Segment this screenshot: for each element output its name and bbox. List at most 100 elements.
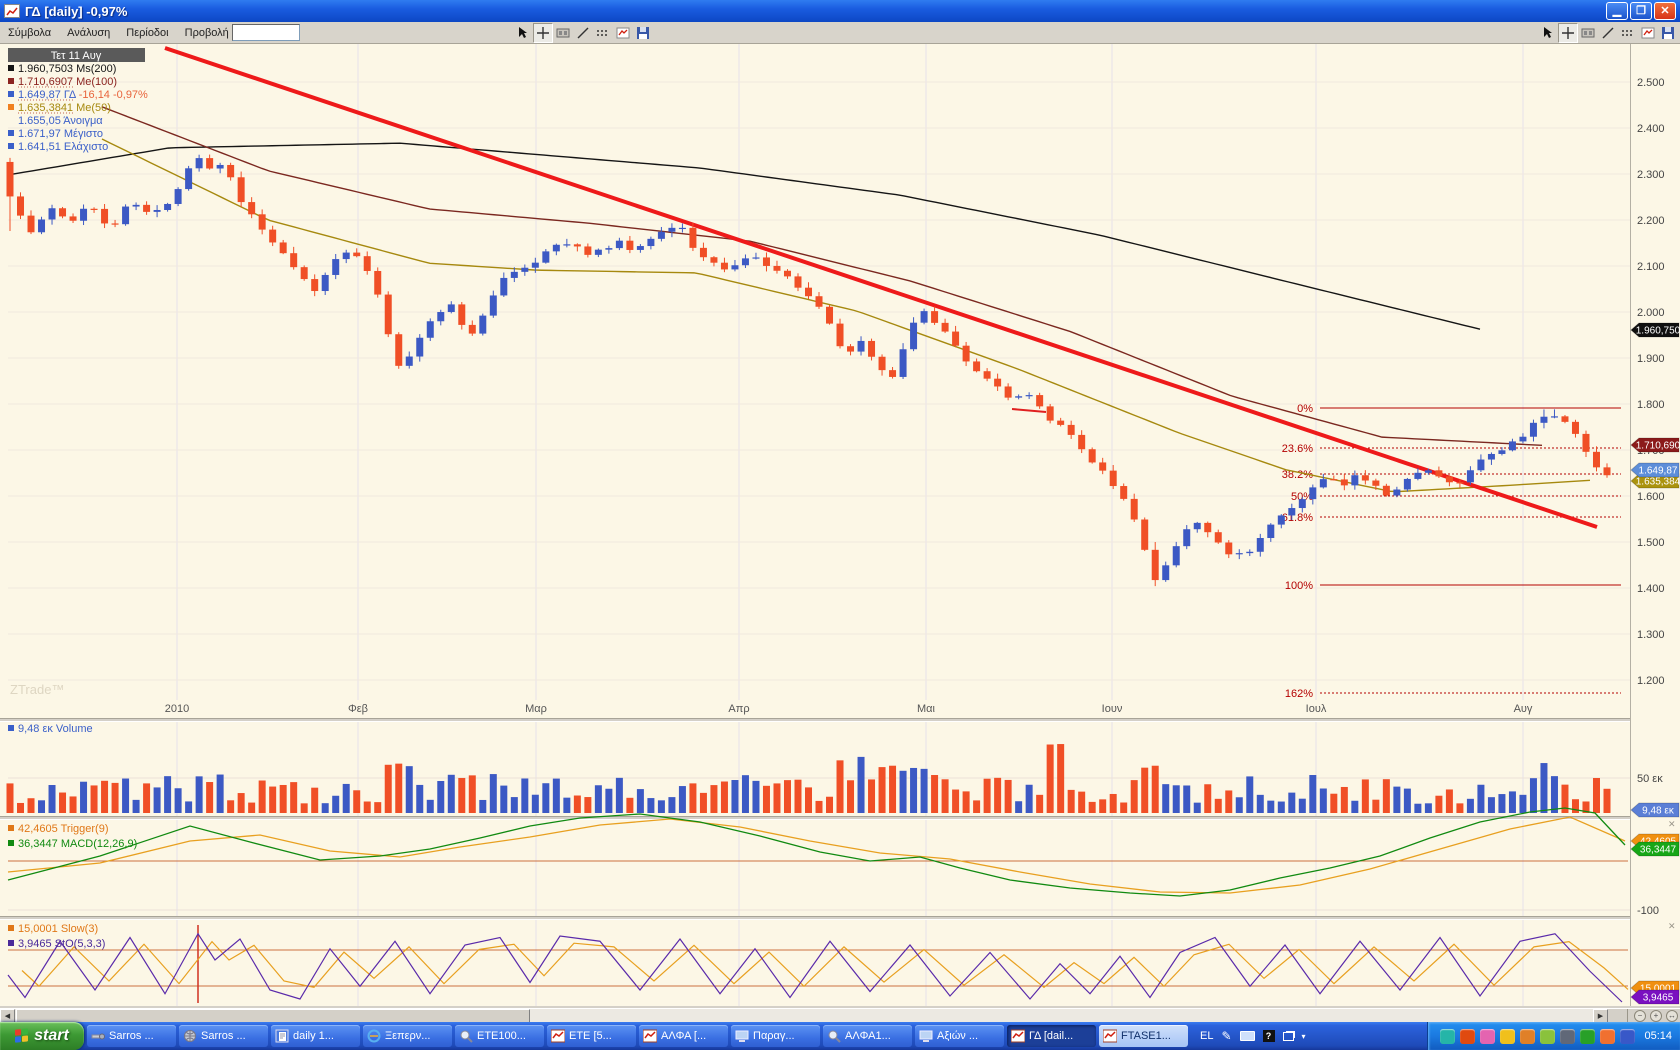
system-tray: 05:14 xyxy=(1427,1022,1680,1050)
legend-row: 1.655,05 Άνοιγμα xyxy=(18,115,103,127)
tray-icon-3[interactable] xyxy=(1480,1029,1495,1044)
x-axis-label: Ιουλ xyxy=(1306,703,1327,715)
restore-toolbar-icon[interactable] xyxy=(1283,1032,1294,1041)
price-tag: 1.710,690 xyxy=(1631,438,1680,452)
taskbar-button-ΑΛΦΑ1-[interactable]: ΑΛΦΑ1... xyxy=(823,1025,912,1047)
symbol-input[interactable] xyxy=(232,24,300,41)
tray-icon-8[interactable] xyxy=(1580,1029,1595,1044)
price-tag: 9,48 εκ xyxy=(1631,803,1679,817)
y-axis-label: 1.300 xyxy=(1637,629,1665,641)
chart-icon[interactable] xyxy=(1638,23,1658,43)
taskbar-button-ΕΤΕ100-[interactable]: ΕΤΕ100... xyxy=(455,1025,544,1047)
trend-line-icon[interactable] xyxy=(1598,23,1618,43)
grid-box-icon[interactable] xyxy=(1578,23,1598,43)
svg-text:23.6%: 23.6% xyxy=(1282,443,1313,455)
tray-icon-2[interactable] xyxy=(1460,1029,1475,1044)
y-axis-label: 2.100 xyxy=(1637,261,1665,273)
taskbar-button-Παραγ-[interactable]: Παραγ... xyxy=(731,1025,820,1047)
taskbar-button-Sarros-[interactable]: Sarros ... xyxy=(179,1025,268,1047)
y-axis-label: 1.900 xyxy=(1637,353,1665,365)
svg-text:1.710,690: 1.710,690 xyxy=(1636,441,1680,452)
taskbar-button-FTASE1-[interactable]: FTASE1... xyxy=(1099,1025,1188,1047)
close-button[interactable]: ✕ xyxy=(1654,2,1676,20)
tray-icon-5[interactable] xyxy=(1520,1029,1535,1044)
legend-row: 1.641,51 Ελάχιστο xyxy=(18,141,108,153)
scroll-left-button[interactable]: ◀ xyxy=(0,1009,15,1023)
pane-legend: 42,4605 Trigger(9) xyxy=(18,823,109,835)
pane-legend: 9,48 εκ Volume xyxy=(18,723,93,735)
tray-icon-7[interactable] xyxy=(1560,1029,1575,1044)
tray-icon-10[interactable] xyxy=(1620,1029,1635,1044)
svg-text:36,3447: 36,3447 xyxy=(1640,845,1677,856)
horizontal-scrollbar[interactable]: ◀ ▶ xyxy=(0,1009,1608,1023)
zoom-in-icon[interactable]: + xyxy=(1650,1010,1662,1022)
scroll-right-button[interactable]: ▶ xyxy=(1593,1009,1608,1023)
save-icon[interactable] xyxy=(633,23,653,43)
svg-text:1.960,750: 1.960,750 xyxy=(1636,326,1680,337)
start-label: start xyxy=(34,1027,69,1045)
x-axis-label: Αυγ xyxy=(1514,703,1533,715)
macd-axis-label: -100 xyxy=(1637,905,1659,917)
svg-text:0%: 0% xyxy=(1297,403,1313,415)
chart-icon[interactable] xyxy=(613,23,633,43)
svg-text:1.649,87: 1.649,87 xyxy=(1639,466,1678,477)
language-indicator[interactable]: EL xyxy=(1200,1030,1213,1042)
taskbar-clock: 05:14 xyxy=(1644,1030,1672,1042)
taskbar-button-daily-1-[interactable]: daily 1... xyxy=(271,1025,360,1047)
x-axis-label: Ιουν xyxy=(1102,703,1123,715)
legend-row: 1.960,7503 Ms(200) xyxy=(18,63,116,75)
pen-icon[interactable]: ✎ xyxy=(1221,1029,1231,1043)
tray-icon-9[interactable] xyxy=(1600,1029,1615,1044)
start-button[interactable]: start xyxy=(0,1022,84,1050)
toolbar-left xyxy=(513,23,653,43)
taskbar-button-ΕΤΕ-5-[interactable]: ΕΤΕ [5... xyxy=(547,1025,636,1047)
y-axis-label: 2.300 xyxy=(1637,169,1665,181)
chart-canvas[interactable]: ZTrade™0%23.6%38.2%50%61.8%100%162%2.500… xyxy=(0,44,1680,1008)
trend-line-icon[interactable] xyxy=(573,23,593,43)
keyboard-icon[interactable] xyxy=(1240,1031,1255,1041)
y-axis-label: 2.400 xyxy=(1637,123,1665,135)
zoom-out-icon[interactable]: − xyxy=(1634,1010,1646,1022)
app-icon xyxy=(4,4,20,18)
restore-button[interactable]: ❐ xyxy=(1630,2,1652,20)
taskbar-button-Sarros-[interactable]: Sarros ... xyxy=(87,1025,176,1047)
tray-icon-4[interactable] xyxy=(1500,1029,1515,1044)
y-axis-label: 1.500 xyxy=(1637,537,1665,549)
crosshair-icon[interactable] xyxy=(1558,23,1578,43)
cursor-icon[interactable] xyxy=(1538,23,1558,43)
title-bar: ΓΔ [daily] -0,97% ▁ ❐ ✕ xyxy=(0,0,1680,22)
dotted-lines-icon[interactable] xyxy=(1618,23,1638,43)
cursor-icon[interactable] xyxy=(513,23,533,43)
grid-box-icon[interactable] xyxy=(553,23,573,43)
price-tag: 1.649,87 xyxy=(1631,463,1679,477)
legend-row: 1.649,87 ΓΔ -16,14 -0,97% xyxy=(18,89,148,101)
pane-close-icon[interactable]: ✕ xyxy=(1668,921,1676,931)
help-icon[interactable]: ? xyxy=(1263,1030,1275,1042)
legend-row: 1.635,3841 Me(50) xyxy=(18,102,111,114)
taskbar-button-ΓΔ-dail-[interactable]: ΓΔ [dail... xyxy=(1007,1025,1096,1047)
taskbar-button-ΑΛΦΑ-[interactable]: ΑΛΦΑ [... xyxy=(639,1025,728,1047)
menu-Προβολή[interactable]: Προβολή xyxy=(177,24,237,42)
tray-icon-1[interactable] xyxy=(1440,1029,1455,1044)
pane-close-icon[interactable]: ✕ xyxy=(1668,819,1676,829)
minimize-button[interactable]: ▁ xyxy=(1606,2,1628,20)
menu-Περίοδοι[interactable]: Περίοδοι xyxy=(118,24,176,42)
x-axis-label: Απρ xyxy=(728,703,749,715)
taskbar-button-Αξι-ν-[interactable]: Αξιών ... xyxy=(915,1025,1004,1047)
y-axis-label: 2.200 xyxy=(1637,215,1665,227)
save-icon[interactable] xyxy=(1658,23,1678,43)
y-axis-label: 2.500 xyxy=(1637,77,1665,89)
dotted-lines-icon[interactable] xyxy=(593,23,613,43)
taskbar-button-Ξεπερν-[interactable]: Ξεπερν... xyxy=(363,1025,452,1047)
toolbar-right xyxy=(1538,23,1678,43)
chevron-down-icon[interactable]: ▾ xyxy=(1302,1032,1306,1041)
fit-width-icon[interactable]: ↔ xyxy=(1666,1010,1678,1022)
tray-icon-6[interactable] xyxy=(1540,1029,1555,1044)
scrollbar-thumb[interactable] xyxy=(16,1009,530,1023)
crosshair-icon[interactable] xyxy=(533,23,553,43)
window-title: ΓΔ [daily] -0,97% xyxy=(25,4,127,19)
menu-Σύμβολα[interactable]: Σύμβολα xyxy=(0,24,59,42)
language-bar: EL ✎ ? ▾ xyxy=(1200,1029,1306,1043)
windows-logo-icon xyxy=(15,1028,29,1043)
menu-Ανάλυση[interactable]: Ανάλυση xyxy=(59,24,118,42)
